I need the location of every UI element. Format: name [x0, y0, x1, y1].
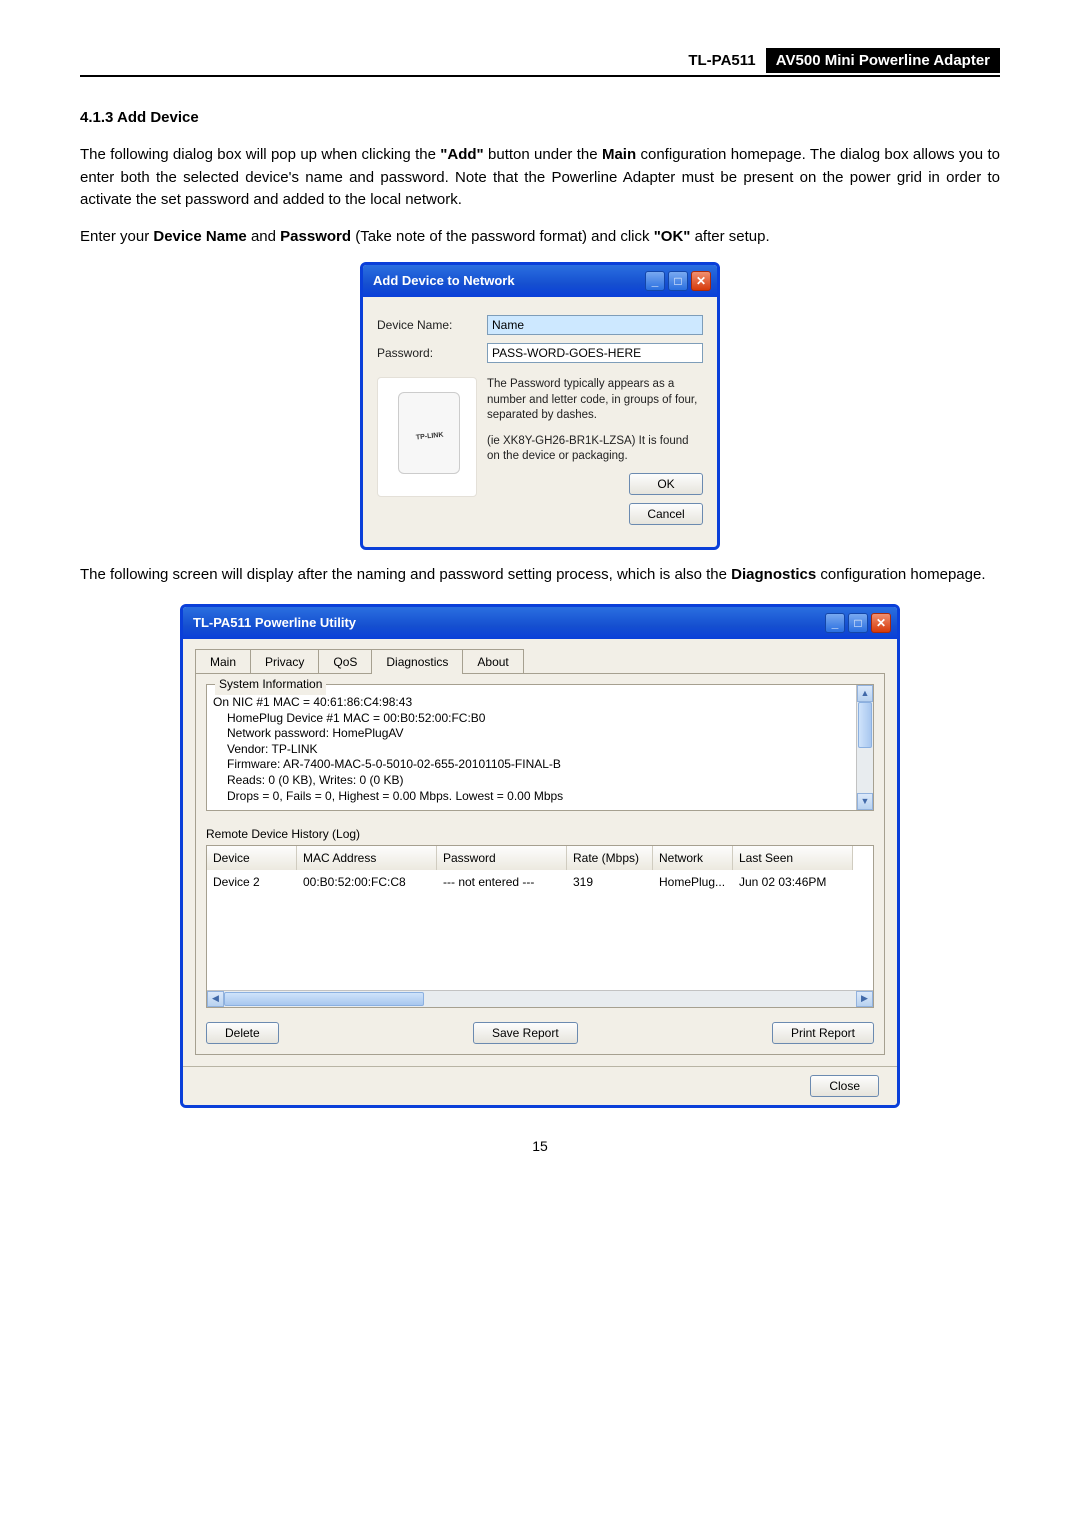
hint-line-1: The Password typically appears as a numb… [487, 377, 703, 424]
utility-window-controls: _ □ ✕ [825, 613, 891, 633]
password-label: Password: [377, 344, 487, 362]
dialog-titlebar[interactable]: Add Device to Network _ □ ✕ [363, 265, 717, 297]
cell-last-seen: Jun 02 03:46PM [733, 870, 853, 894]
print-report-button[interactable]: Print Report [772, 1022, 874, 1044]
ok-button[interactable]: OK [629, 473, 703, 495]
tab-diagnostics[interactable]: Diagnostics [371, 649, 463, 674]
table-row[interactable]: Device 2 00:B0:52:00:FC:C8 --- not enter… [207, 870, 873, 894]
utility-title: TL-PA511 Powerline Utility [193, 613, 825, 633]
col-last-seen[interactable]: Last Seen [733, 846, 853, 870]
password-keyword: Password [280, 228, 351, 245]
system-information-box: System Information On NIC #1 MAC = 40:61… [206, 684, 874, 811]
device-name-input[interactable] [487, 315, 703, 335]
ok-keyword: "OK" [654, 228, 691, 245]
device-name-row: Device Name: [377, 315, 703, 335]
maximize-icon[interactable]: □ [668, 271, 688, 291]
product-pill: TL-PA511 AV500 Mini Powerline Adapter [682, 50, 1000, 73]
device-name-keyword: Device Name [153, 228, 246, 245]
hint-line-2: (ie XK8Y-GH26-BR1K-LZSA) It is found on … [487, 434, 703, 465]
add-device-dialog: Add Device to Network _ □ ✕ Device Name:… [360, 262, 720, 550]
product-name: AV500 Mini Powerline Adapter [766, 48, 1000, 73]
scroll-thumb[interactable] [858, 702, 872, 748]
powerline-utility-window: TL-PA511 Powerline Utility _ □ ✕ Main Pr… [180, 604, 900, 1108]
model-code: TL-PA511 [682, 49, 761, 72]
system-information-legend: System Information [215, 675, 326, 695]
dialog-title: Add Device to Network [373, 271, 645, 291]
password-input[interactable] [487, 343, 703, 363]
section-heading: 4.1.3 Add Device [80, 107, 1000, 130]
paragraph-1: The following dialog box will pop up whe… [80, 144, 1000, 212]
cell-network: HomePlug... [653, 870, 733, 894]
window-controls: _ □ ✕ [645, 271, 711, 291]
password-hint: The Password typically appears as a numb… [487, 377, 703, 525]
cell-device: Device 2 [207, 870, 297, 894]
scroll-right-icon[interactable]: ▶ [856, 991, 873, 1007]
add-keyword: "Add" [440, 146, 483, 163]
col-password[interactable]: Password [437, 846, 567, 870]
utility-button-row: Delete Save Report Print Report [206, 1022, 874, 1044]
scroll-left-icon[interactable]: ◀ [207, 991, 224, 1007]
cell-rate: 319 [567, 870, 653, 894]
sysinfo-line: Firmware: AR-7400-MAC-5-0-5010-02-655-20… [213, 757, 867, 773]
page-number: 15 [80, 1136, 1000, 1157]
minimize-icon[interactable]: _ [825, 613, 845, 633]
device-history-table: Device MAC Address Password Rate (Mbps) … [206, 845, 874, 1008]
sysinfo-line: HomePlug Device #1 MAC = 00:B0:52:00:FC:… [213, 711, 867, 727]
close-icon[interactable]: ✕ [871, 613, 891, 633]
scroll-up-icon[interactable]: ▲ [857, 685, 873, 702]
diagnostics-keyword: Diagnostics [731, 566, 816, 583]
system-information-body: On NIC #1 MAC = 40:61:86:C4:98:43 HomePl… [213, 689, 867, 804]
col-mac[interactable]: MAC Address [297, 846, 437, 870]
tab-about[interactable]: About [462, 649, 523, 674]
page-header: TL-PA511 AV500 Mini Powerline Adapter [80, 50, 1000, 77]
main-keyword: Main [602, 146, 636, 163]
section-number: 4.1.3 [80, 109, 113, 126]
password-row: Password: [377, 343, 703, 363]
scroll-down-icon[interactable]: ▼ [857, 793, 873, 810]
col-network[interactable]: Network [653, 846, 733, 870]
maximize-icon[interactable]: □ [848, 613, 868, 633]
close-icon[interactable]: ✕ [691, 271, 711, 291]
col-rate[interactable]: Rate (Mbps) [567, 846, 653, 870]
sysinfo-line: Network password: HomePlugAV [213, 726, 867, 742]
save-report-button[interactable]: Save Report [473, 1022, 578, 1044]
sysinfo-line: Reads: 0 (0 KB), Writes: 0 (0 KB) [213, 773, 867, 789]
cell-password: --- not entered --- [437, 870, 567, 894]
sysinfo-line: Drops = 0, Fails = 0, Highest = 0.00 Mbp… [213, 789, 867, 805]
utility-titlebar[interactable]: TL-PA511 Powerline Utility _ □ ✕ [183, 607, 897, 639]
col-device[interactable]: Device [207, 846, 297, 870]
utility-footer: Close [183, 1066, 897, 1105]
device-name-label: Device Name: [377, 316, 487, 334]
minimize-icon[interactable]: _ [645, 271, 665, 291]
paragraph-2: Enter your Device Name and Password (Tak… [80, 226, 1000, 249]
cell-mac: 00:B0:52:00:FC:C8 [297, 870, 437, 894]
paragraph-3: The following screen will display after … [80, 564, 1000, 587]
tab-privacy[interactable]: Privacy [250, 649, 319, 674]
tab-strip: Main Privacy QoS Diagnostics About [183, 639, 897, 674]
vertical-scrollbar[interactable]: ▲ ▼ [856, 685, 873, 810]
tab-qos[interactable]: QoS [318, 649, 372, 674]
diagnostics-panel: System Information On NIC #1 MAC = 40:61… [195, 673, 885, 1055]
device-illustration [377, 377, 477, 497]
close-button[interactable]: Close [810, 1075, 879, 1097]
table-header-row: Device MAC Address Password Rate (Mbps) … [207, 846, 873, 870]
sysinfo-line: Vendor: TP-LINK [213, 742, 867, 758]
section-title: Add Device [117, 109, 199, 126]
scroll-thumb[interactable] [224, 992, 424, 1006]
tab-main[interactable]: Main [195, 649, 251, 674]
delete-button[interactable]: Delete [206, 1022, 279, 1044]
history-label: Remote Device History (Log) [206, 825, 874, 843]
cancel-button[interactable]: Cancel [629, 503, 703, 525]
horizontal-scrollbar[interactable]: ◀ ▶ [207, 990, 873, 1007]
sysinfo-line: On NIC #1 MAC = 40:61:86:C4:98:43 [213, 695, 867, 711]
